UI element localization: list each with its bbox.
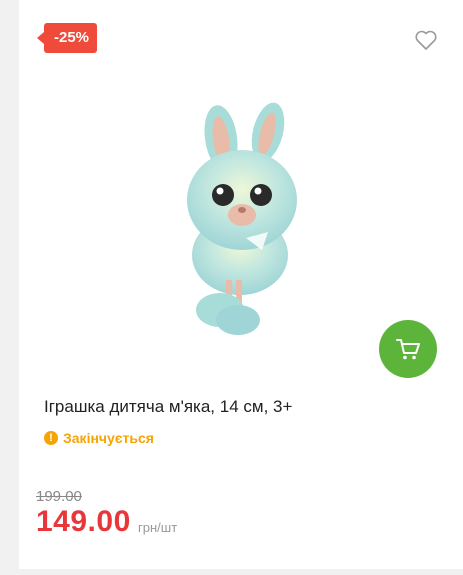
heart-outline-icon xyxy=(415,30,437,50)
add-to-cart-button[interactable] xyxy=(379,320,437,378)
old-price: 199.00 xyxy=(36,488,82,505)
discount-badge: -25% xyxy=(36,23,98,53)
product-title[interactable]: Іграшка дитяча м'яка, 14 см, 3+ xyxy=(44,396,434,418)
stock-status: ! Закінчується xyxy=(44,428,154,448)
price-unit: грн/шт xyxy=(138,520,178,535)
current-price: 149.00 xyxy=(36,505,131,538)
product-image[interactable] xyxy=(176,100,306,340)
cart-icon xyxy=(396,339,420,360)
card-gap-left xyxy=(0,0,19,575)
warning-icon: ! xyxy=(44,431,58,445)
stock-status-label: Закінчується xyxy=(63,430,154,446)
card-gap-bottom xyxy=(0,569,463,575)
favorite-button[interactable] xyxy=(414,29,438,51)
